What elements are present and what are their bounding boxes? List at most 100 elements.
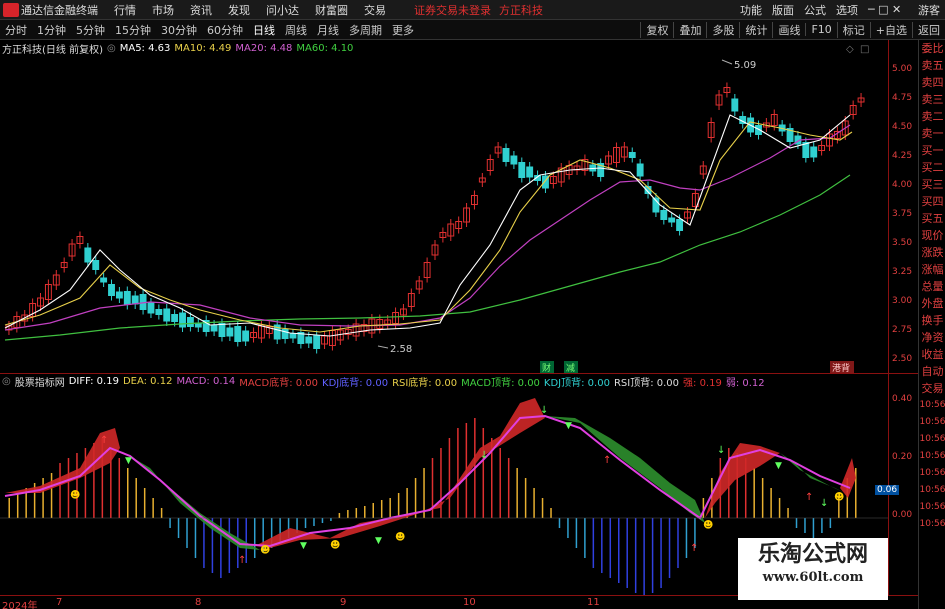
price-tick: 3.75 [892,209,913,219]
menu-item-market[interactable]: 市场 [144,2,182,18]
down-triangle-icon: ▼ [125,456,132,466]
candle-body [676,219,684,231]
period-week[interactable]: 周线 [280,22,312,38]
period-30min[interactable]: 30分钟 [156,22,202,38]
menu-item-function[interactable]: 功能 [735,2,767,18]
box-icon[interactable]: □ [860,44,869,55]
smile-icon: ☻ [834,491,844,503]
time-item: 10:56 [919,468,945,478]
period-5min[interactable]: 5分钟 [71,22,110,38]
multi-stock-button[interactable]: 多股 [706,21,739,38]
add-watchlist-button[interactable]: +自选 [869,21,912,38]
price-axis: 5.00 4.75 4.50 4.25 4.00 3.75 3.50 3.25 … [888,40,918,373]
period-more[interactable]: 更多 [387,22,419,38]
period-month[interactable]: 月线 [312,22,344,38]
weak-ribbon-2 [545,416,705,523]
menu-item-discover[interactable]: 发现 [220,2,258,18]
draw-line-button[interactable]: 画线 [772,21,805,38]
price-tick: 3.25 [892,267,913,277]
period-60min[interactable]: 60分钟 [202,22,248,38]
panel-item[interactable]: 买四 [919,193,945,210]
panel-item[interactable]: 卖二 [919,108,945,125]
candle-body [210,324,218,332]
menu-item-options[interactable]: 选项 [831,2,863,18]
up-arrow-icon: ↑ [238,555,246,566]
strong-value: 强: 0.19 [683,377,722,389]
candle-body [289,333,297,339]
indicator-tick: 0.40 [892,394,913,404]
menu-item-ask[interactable]: 问小达 [258,2,307,18]
candle-body [123,291,131,305]
panel-item[interactable]: 涨跌 [919,244,945,261]
candle-body [305,336,313,344]
candle-body [186,317,194,327]
candle-body [171,314,179,322]
stats-button[interactable]: 统计 [739,21,772,38]
settings-icon[interactable]: ◎ [2,376,11,387]
tag-hk[interactable]: 港背 [832,362,850,373]
diamond-icon[interactable]: ◇ [846,44,854,55]
guest-label[interactable]: 游客 [913,2,945,18]
back-button[interactable]: 返回 [912,21,945,38]
price-tick: 4.75 [892,93,913,103]
tag-reduce[interactable]: 减 [566,362,575,373]
up-arrow-icon: ↑ [100,435,108,446]
price-tick: 2.75 [892,325,913,335]
login-status[interactable]: 证券交易未登录 [414,2,491,18]
auto-trade-item[interactable]: 自动 [919,363,945,380]
candle-body [234,326,242,342]
menu-item-trade[interactable]: 交易 [356,2,394,18]
menu-item-quotes[interactable]: 行情 [106,2,144,18]
overlay-button[interactable]: 叠加 [673,21,706,38]
menu-item-wealth[interactable]: 财富圈 [307,2,356,18]
price-tick: 4.50 [892,122,913,132]
adjust-button[interactable]: 复权 [640,21,673,38]
panel-item[interactable]: 卖一 [919,125,945,142]
macd-bottom-value: MACD底背: 0.00 [239,377,319,389]
period-15min[interactable]: 15分钟 [110,22,156,38]
period-toolbar: 分时 1分钟 5分钟 15分钟 30分钟 60分钟 日线 周线 月线 多周期 更… [0,20,945,40]
window-controls[interactable]: ─ □ ✕ [863,3,913,16]
tag-finance[interactable]: 财 [542,362,551,373]
period-multi[interactable]: 多周期 [344,22,387,38]
panel-item[interactable]: 换手 [919,312,945,329]
candlestick-chart[interactable]: 5.09 2.58 财 减 港背 ◇ □ [0,40,888,373]
panel-item[interactable]: 买三 [919,176,945,193]
panel-item[interactable]: 净资 [919,329,945,346]
f10-button[interactable]: F10 [805,23,836,36]
panel-item[interactable]: 卖四 [919,74,945,91]
panel-item[interactable]: 现价 [919,227,945,244]
menu-item-layout[interactable]: 版面 [767,2,799,18]
panel-item[interactable]: 总量 [919,278,945,295]
smile-icon: ☻ [703,519,713,531]
panel-item[interactable]: 买一 [919,142,945,159]
price-tick: 4.00 [892,180,913,190]
panel-item[interactable]: 涨幅 [919,261,945,278]
panel-item[interactable]: 卖三 [919,91,945,108]
panel-item[interactable]: 外盘 [919,295,945,312]
panel-item[interactable]: 买二 [919,159,945,176]
period-minute[interactable]: 分时 [0,22,32,38]
panel-item[interactable]: 买五 [919,210,945,227]
mark-button[interactable]: 标记 [836,21,870,38]
panel-item[interactable]: 委比 [919,40,945,57]
candle-body [163,308,171,322]
indicator-name[interactable]: 股票指标网 [15,374,65,389]
date-label: 11 [587,597,600,608]
menu-item-news[interactable]: 资讯 [182,2,220,18]
down-triangle-icon: ▼ [565,421,572,431]
panel-item[interactable]: 卖五 [919,57,945,74]
menu-item-formula[interactable]: 公式 [799,2,831,18]
date-label: 8 [195,597,202,608]
candle-body [155,309,163,315]
smile-icon: ☻ [395,531,405,543]
app-logo-icon [3,2,19,17]
period-day[interactable]: 日线 [248,22,280,38]
candle-body [731,98,739,112]
dea-value: DEA: 0.12 [122,375,173,387]
candle-body [226,327,234,337]
macd-value: MACD: 0.14 [176,375,236,387]
panel-item[interactable]: 收益 [919,346,945,363]
period-1min[interactable]: 1分钟 [32,22,71,38]
auto-trade-item[interactable]: 交易 [919,380,945,397]
